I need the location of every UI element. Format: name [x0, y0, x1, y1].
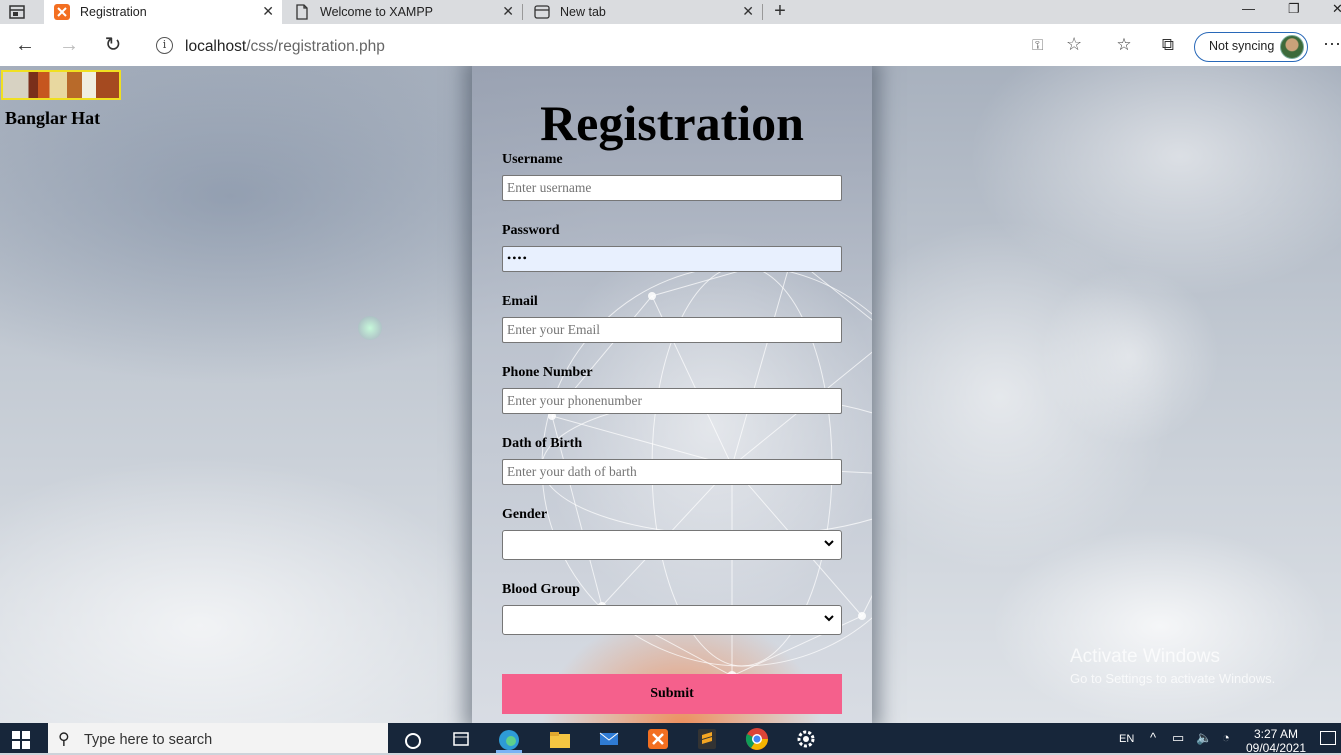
address-url[interactable]: localhost/css/registration.php	[185, 38, 385, 56]
dob-input[interactable]	[502, 459, 842, 485]
password-key-icon[interactable]: ⚿	[1032, 37, 1043, 54]
address-bar[interactable]: i localhost/css/registration.php ⚿ ☆	[142, 30, 1096, 62]
edge-browser-icon[interactable]	[494, 726, 524, 752]
activation-watermark-subtitle: Go to Settings to activate Windows.	[1070, 671, 1276, 686]
tab-registration[interactable]: Registration ✕	[44, 0, 282, 24]
windows-taskbar: ⚲ Type here to search EN ^ ▭ 🔈 ◔ 3:27 AM…	[0, 723, 1341, 755]
clock-time: 3:27 AM	[1253, 727, 1299, 741]
xampp-app-icon[interactable]	[643, 726, 673, 752]
profile-label: Not syncing	[1209, 39, 1275, 53]
tab-new-tab[interactable]: New tab ✕	[524, 0, 762, 24]
phone-label: Phone Number	[502, 365, 593, 380]
tab-title: Welcome to XAMPP	[320, 5, 434, 19]
wifi-icon[interactable]: ◔	[1222, 730, 1230, 745]
favorites-icon[interactable]: ☆	[1114, 35, 1134, 55]
chrome-browser-icon[interactable]	[742, 726, 772, 752]
xampp-favicon-icon	[54, 4, 70, 20]
blood-group-label: Blood Group	[502, 582, 580, 597]
battery-icon[interactable]: ▭	[1172, 730, 1184, 746]
collections-icon[interactable]: ⧉	[1158, 35, 1178, 55]
submit-button[interactable]: Submit	[502, 674, 842, 714]
dob-label: Dath of Birth	[502, 436, 583, 451]
password-label: Password	[502, 223, 560, 238]
more-options-icon[interactable]: ⋯	[1323, 34, 1341, 55]
profile-button[interactable]: Not syncing	[1194, 32, 1308, 62]
task-view-icon[interactable]	[446, 726, 476, 752]
gender-select[interactable]	[502, 530, 842, 560]
lens-flare	[358, 316, 382, 340]
forward-icon[interactable]: →	[58, 34, 80, 56]
tab-actions-icon[interactable]	[8, 3, 26, 21]
close-window-icon[interactable]: ✕	[1332, 1, 1341, 17]
taskbar-clock[interactable]: 3:27 AM 09/04/2021	[1244, 727, 1308, 755]
page-viewport: Banglar Hat Activate Windows Go to Setti…	[0, 66, 1341, 723]
settings-gear-icon[interactable]	[791, 726, 821, 752]
taskbar-search[interactable]: ⚲ Type here to search	[48, 723, 388, 753]
tab-close-icon[interactable]: ✕	[502, 3, 514, 20]
language-indicator[interactable]: EN	[1119, 733, 1134, 745]
url-path: /css/registration.php	[246, 38, 385, 55]
registration-panel: Registration Username Password •••• Emai…	[472, 66, 872, 723]
site-logo	[1, 70, 121, 100]
activation-watermark-title: Activate Windows	[1070, 646, 1220, 667]
username-input[interactable]	[502, 175, 842, 201]
add-favorite-icon[interactable]: ☆	[1066, 34, 1082, 55]
chevron-down-icon	[824, 540, 834, 547]
notifications-icon[interactable]	[1320, 731, 1336, 745]
blood-group-select[interactable]	[502, 605, 842, 635]
cortana-icon[interactable]	[398, 726, 428, 752]
email-input[interactable]	[502, 317, 842, 343]
avatar	[1280, 35, 1304, 59]
minimize-icon[interactable]: —	[1242, 1, 1255, 16]
tab-close-icon[interactable]: ✕	[262, 3, 274, 20]
site-brand: Banglar Hat	[5, 108, 101, 128]
tab-title: New tab	[560, 5, 606, 19]
username-label: Username	[502, 152, 563, 167]
site-info-icon[interactable]: i	[156, 37, 173, 54]
page-title: Registration	[540, 95, 804, 151]
search-icon: ⚲	[58, 731, 70, 748]
new-tab-favicon-icon	[534, 5, 550, 19]
sublime-text-icon[interactable]	[692, 726, 722, 752]
email-label: Email	[502, 294, 538, 309]
chevron-down-icon	[824, 615, 834, 622]
volume-icon[interactable]: 🔈	[1196, 730, 1212, 746]
back-icon[interactable]: ←	[14, 34, 36, 56]
restore-icon[interactable]: ❐	[1288, 1, 1300, 17]
new-tab-plus-icon[interactable]: +	[770, 0, 790, 24]
taskbar-search-placeholder: Type here to search	[84, 732, 213, 748]
file-explorer-icon[interactable]	[545, 726, 575, 752]
tab-close-icon[interactable]: ✕	[742, 3, 754, 20]
page-icon	[296, 4, 308, 20]
refresh-icon[interactable]: ↻	[102, 34, 124, 56]
background-glow	[1040, 266, 1220, 446]
tab-welcome-xampp[interactable]: Welcome to XAMPP ✕	[284, 0, 522, 24]
show-hidden-icons-icon[interactable]: ^	[1150, 730, 1156, 745]
browser-tab-strip: Registration ✕ Welcome to XAMPP ✕ New ta…	[0, 0, 1341, 24]
tab-separator	[522, 4, 523, 20]
mail-app-icon[interactable]	[594, 726, 624, 752]
tab-title: Registration	[80, 5, 147, 19]
url-host: localhost	[185, 38, 247, 55]
browser-toolbar: ← → ↻ i localhost/css/registration.php ⚿…	[0, 24, 1341, 68]
windows-start-icon[interactable]	[12, 731, 30, 749]
password-input[interactable]: ••••	[502, 246, 842, 272]
phone-input[interactable]	[502, 388, 842, 414]
gender-label: Gender	[502, 507, 548, 522]
tab-separator	[762, 4, 763, 20]
